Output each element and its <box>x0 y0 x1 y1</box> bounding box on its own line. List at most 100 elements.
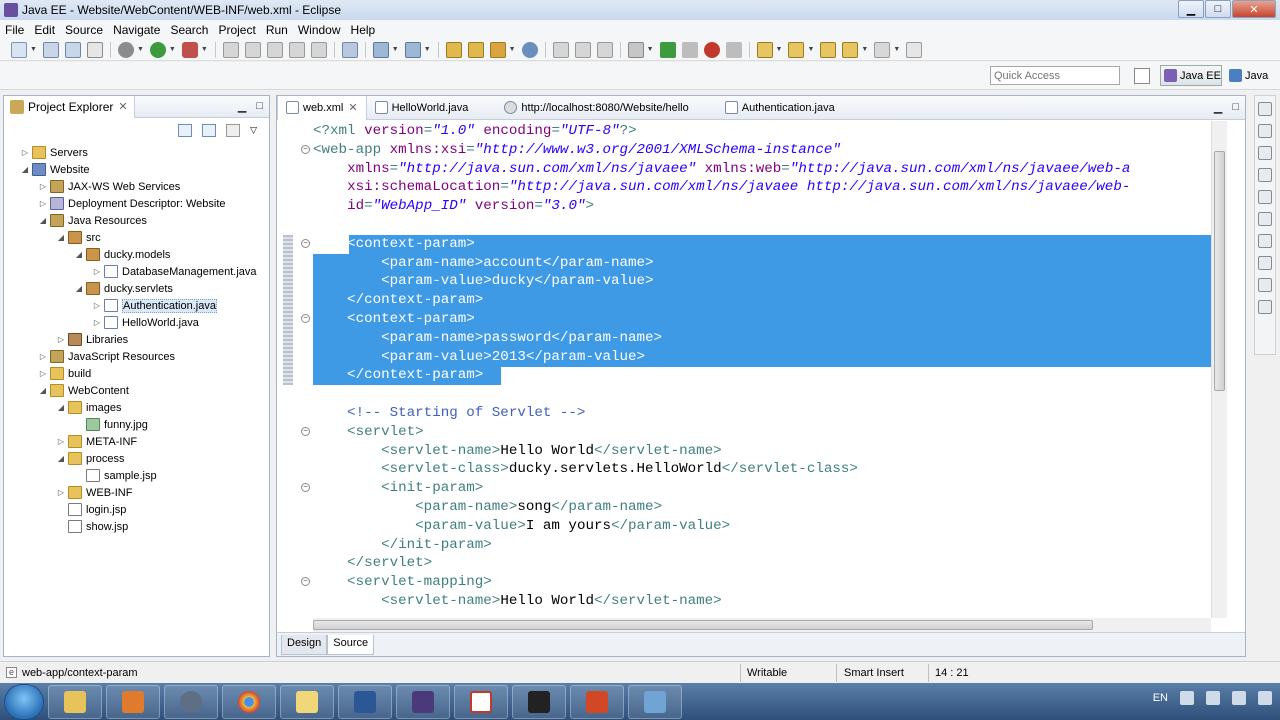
taskbar-word[interactable] <box>338 684 392 719</box>
language-indicator[interactable]: EN <box>1153 692 1168 704</box>
tab-design[interactable]: Design <box>281 634 328 655</box>
menu-search[interactable]: Search <box>165 23 213 37</box>
tree-item[interactable]: ▷ Authentication.java <box>92 297 217 314</box>
new-icon[interactable] <box>11 41 27 58</box>
palette-view-icon[interactable] <box>1258 146 1272 160</box>
link-with-editor-icon[interactable] <box>202 123 217 137</box>
fold-toggle-icon[interactable]: − <box>301 238 310 248</box>
progress-view-icon[interactable] <box>1258 300 1272 314</box>
tree-item[interactable]: ◢ process <box>56 450 125 467</box>
terminate-icon[interactable] <box>703 41 720 58</box>
tree-item[interactable]: ▷ META-INF <box>56 433 137 450</box>
globe-icon[interactable] <box>521 41 538 58</box>
tab-source[interactable]: Source <box>327 634 375 655</box>
menu-navigate[interactable]: Navigate <box>108 23 165 37</box>
snippets-view-icon[interactable] <box>1258 256 1272 270</box>
tree-item[interactable]: ▷ build <box>38 365 91 382</box>
dropbox-icon[interactable] <box>1232 691 1246 705</box>
annotation-icon[interactable] <box>552 41 569 58</box>
format-icon[interactable] <box>266 41 283 58</box>
dropdown-arrow-icon[interactable]: ▼ <box>169 46 176 53</box>
markers-icon[interactable] <box>574 41 591 58</box>
collapsed-twisty-icon[interactable]: ▷ <box>56 488 66 497</box>
close-button[interactable]: ✕ <box>1232 0 1276 18</box>
collapse-all-icon[interactable] <box>178 123 193 137</box>
new-web-icon[interactable] <box>404 41 421 58</box>
minimize-panel-icon[interactable]: ▁ <box>238 100 246 113</box>
tree-item[interactable]: ▷ Deployment Descriptor: Website <box>38 195 226 212</box>
collapsed-twisty-icon[interactable]: ▷ <box>92 267 102 276</box>
menu-run[interactable]: Run <box>261 23 293 37</box>
fold-toggle-icon[interactable]: − <box>301 314 310 323</box>
close-tab-icon[interactable]: ✕ <box>348 101 357 114</box>
tree-item[interactable]: ▷ Libraries <box>56 331 128 348</box>
last-edit-icon[interactable] <box>820 41 837 58</box>
collapsed-twisty-icon[interactable]: ▷ <box>38 199 48 208</box>
xml-source-editor[interactable]: <?xml version="1.0" encoding="UTF-8"?> − <… <box>277 121 1211 618</box>
tree-item[interactable]: ▷ JavaScript Resources <box>38 348 175 365</box>
task-list-icon[interactable] <box>1258 124 1272 138</box>
markers-view-icon[interactable] <box>1258 168 1272 182</box>
taskbar-screen[interactable] <box>628 684 682 719</box>
save-icon[interactable] <box>42 41 59 58</box>
data-source-icon[interactable] <box>1258 234 1272 248</box>
console-view-icon[interactable] <box>1258 278 1272 292</box>
tab-helloworld-java[interactable]: HelloWorld.java <box>367 96 477 120</box>
new-server-icon[interactable] <box>372 41 389 58</box>
tab-web-xml[interactable]: web.xml ✕ <box>277 95 367 120</box>
collapsed-twisty-icon[interactable]: ▷ <box>92 301 102 310</box>
menu-project[interactable]: Project <box>213 23 260 37</box>
minimize-button[interactable]: ▁ <box>1178 0 1204 18</box>
menu-file[interactable]: File <box>0 23 29 37</box>
dropdown-arrow-icon[interactable]: ▼ <box>30 46 37 53</box>
start-button[interactable] <box>4 683 44 720</box>
taskbar-explorer[interactable] <box>48 684 102 719</box>
tab-project-explorer[interactable]: Project Explorer ✕ <box>4 95 135 118</box>
outline-icon[interactable] <box>288 41 305 58</box>
quick-access-input[interactable] <box>990 66 1120 85</box>
collapsed-twisty-icon[interactable]: ▷ <box>38 352 48 361</box>
tab-authentication-java[interactable]: Authentication.java <box>717 96 843 120</box>
package-icon[interactable] <box>627 41 644 58</box>
tree-item[interactable]: ◢ WebContent <box>38 382 129 399</box>
collapsed-twisty-icon[interactable]: ▷ <box>38 182 48 191</box>
taskbar-media-player[interactable] <box>106 684 160 719</box>
wand-icon[interactable] <box>489 41 506 58</box>
dropdown-arrow-icon[interactable]: ▼ <box>201 46 208 53</box>
menu-edit[interactable]: Edit <box>29 23 60 37</box>
tree-item[interactable]: show.jsp <box>56 518 128 535</box>
menu-source[interactable]: Source <box>60 23 108 37</box>
open-resource-icon[interactable] <box>467 41 484 58</box>
tree-item[interactable]: ▷ HelloWorld.java <box>92 314 199 331</box>
taskbar-eclipse[interactable] <box>396 684 450 719</box>
external-tools-icon[interactable] <box>181 41 198 58</box>
expanded-twisty-icon[interactable]: ◢ <box>56 454 66 463</box>
maximize-panel-icon[interactable]: □ <box>256 100 263 113</box>
tasks-icon[interactable] <box>596 41 613 58</box>
dropdown-arrow-icon[interactable]: ▼ <box>861 46 868 53</box>
disconnect-icon[interactable] <box>725 41 742 58</box>
dropdown-arrow-icon[interactable]: ▼ <box>137 46 144 53</box>
expanded-twisty-icon[interactable]: ◢ <box>20 165 30 174</box>
search-icon[interactable] <box>244 41 261 58</box>
dropdown-arrow-icon[interactable]: ▼ <box>893 46 900 53</box>
tree-item[interactable]: sample.jsp <box>74 467 157 484</box>
expanded-twisty-icon[interactable]: ◢ <box>56 403 66 412</box>
menu-window[interactable]: Window <box>293 23 346 37</box>
fold-toggle-icon[interactable]: − <box>301 577 310 587</box>
fold-toggle-icon[interactable]: − <box>301 426 310 436</box>
expanded-twisty-icon[interactable]: ◢ <box>74 250 84 259</box>
signal-icon[interactable] <box>1206 691 1220 705</box>
table-icon[interactable] <box>310 41 327 58</box>
collapsed-twisty-icon[interactable]: ▷ <box>56 437 66 446</box>
prev-annotation-icon[interactable] <box>788 41 805 58</box>
print-icon[interactable] <box>86 41 103 58</box>
expanded-twisty-icon[interactable]: ◢ <box>38 386 48 395</box>
tab-browser-hello[interactable]: http://localhost:8080/Website/hello <box>496 96 696 120</box>
dropdown-arrow-icon[interactable]: ▼ <box>776 46 783 53</box>
vertical-scroll-thumb[interactable] <box>1214 151 1225 391</box>
open-perspective-icon[interactable] <box>1134 68 1150 84</box>
servers-view-icon[interactable] <box>1258 212 1272 226</box>
taskbar-pdf[interactable] <box>454 684 508 719</box>
debug-gear-icon[interactable] <box>117 41 134 58</box>
